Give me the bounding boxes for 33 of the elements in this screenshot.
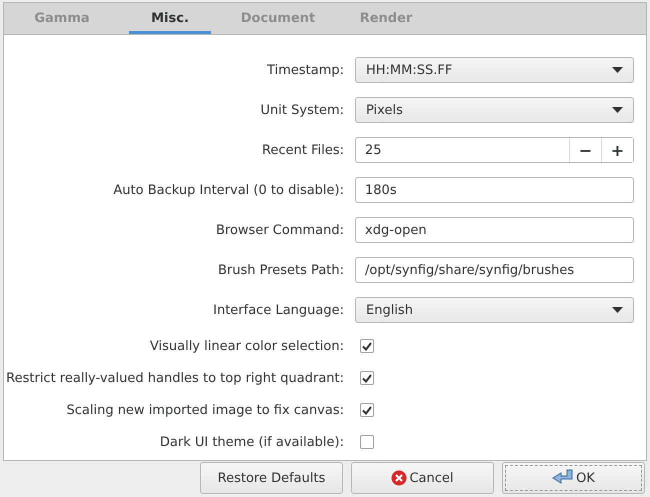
input-field[interactable]: xdg-open [355,217,634,243]
dropdown[interactable]: HH:MM:SS.FF [355,57,634,83]
checkmark-icon [362,374,372,382]
checkbox[interactable] [360,339,374,353]
setting-label: Unit System: [260,102,345,118]
checkbox[interactable] [360,403,374,417]
setting-label: Brush Presets Path: [216,262,345,278]
ok-button[interactable]: OK [502,462,645,494]
setting-label: Interface Language: [212,302,345,318]
dropdown[interactable]: English [355,297,634,323]
checkmark-icon [362,406,372,414]
dropdown-arrow-icon [612,107,623,113]
cancel-button[interactable]: Cancel [351,462,494,494]
setting-label: Recent Files: [261,142,345,158]
setting-label: Timestamp: [266,62,345,78]
dropdown[interactable]: Pixels [355,97,634,123]
dropdown-arrow-icon [612,307,623,313]
input-field[interactable]: 180s [355,177,634,203]
setting-label: Visually linear color selection: [148,338,345,354]
spin-value-field[interactable]: 25 [365,142,569,158]
restore-button[interactable]: Restore Defaults [200,462,343,494]
checkbox[interactable] [360,371,374,385]
checkmark-icon [362,342,372,350]
input-field[interactable]: /opt/synfig/share/synfig/brushes [355,257,634,283]
cancel-icon [391,470,408,486]
setting-label: Restrict really-valued handles to top right quadrant: [5,370,345,386]
increment-button[interactable]: + [601,138,633,162]
dropdown-arrow-icon [612,67,623,73]
setting-label: Dark UI theme (if available): [158,434,345,450]
checkbox[interactable] [360,435,374,449]
setting-label: Auto Backup Interval (0 to disable): [112,182,345,198]
setting-label: Scaling new imported image to fix canvas: [65,402,345,418]
setting-label: Browser Command: [214,222,345,238]
